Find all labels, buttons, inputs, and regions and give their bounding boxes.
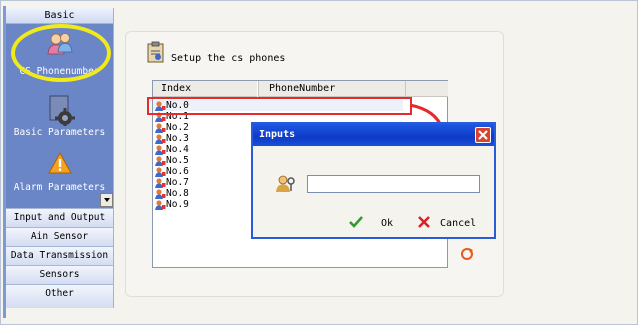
- sidebar-item-sensors[interactable]: Sensors: [6, 265, 113, 284]
- sidebar-item-data-transmission[interactable]: Data Transmission: [6, 246, 113, 265]
- user-phone-icon: [155, 123, 166, 133]
- inputs-dialog: Inputs Ok Cancel: [251, 122, 496, 239]
- user-phone-icon: [155, 145, 166, 155]
- highlight-ring-annotation: [11, 24, 111, 82]
- dialog-titlebar[interactable]: Inputs: [253, 124, 494, 146]
- user-phone-icon: [155, 178, 166, 188]
- user-phone-icon: [155, 200, 166, 210]
- cancel-x-icon: [418, 216, 430, 228]
- sidebar-item-input-output[interactable]: Input and Output: [6, 208, 113, 227]
- clipboard-icon: [147, 41, 164, 63]
- warning-icon[interactable]: [48, 152, 72, 174]
- cancel-button[interactable]: Cancel: [418, 216, 476, 232]
- close-icon: [478, 130, 488, 140]
- sidebar-scroll-down-button[interactable]: [100, 193, 113, 207]
- row-highlight-annotation: [147, 97, 412, 115]
- sidebar-item-ain-sensor[interactable]: Ain Sensor: [6, 227, 113, 246]
- column-header-index[interactable]: Index: [153, 81, 257, 97]
- checkmark-icon: [349, 216, 363, 228]
- sidebar-item-basic-parameters[interactable]: Basic Parameters: [6, 127, 113, 138]
- page-title: Setup the cs phones: [171, 53, 286, 64]
- dialog-title: Inputs: [259, 129, 296, 140]
- user-phone-icon: [155, 167, 166, 177]
- user-phone-icon: [155, 189, 166, 199]
- column-header-phonenumber[interactable]: PhoneNumber: [258, 81, 405, 97]
- dialog-text-input[interactable]: [307, 175, 480, 193]
- dialog-close-button[interactable]: [475, 127, 491, 143]
- column-header-empty: [405, 81, 448, 97]
- user-phone-icon: [155, 156, 166, 166]
- gear-icon[interactable]: [47, 94, 75, 126]
- key-user-icon: [276, 175, 295, 192]
- sidebar-item-other[interactable]: Other: [6, 284, 113, 308]
- user-phone-icon: [155, 134, 166, 144]
- sidebar-item-alarm-parameters[interactable]: Alarm Parameters: [6, 182, 113, 193]
- sidebar-header-basic[interactable]: Basic: [6, 8, 113, 24]
- refresh-icon[interactable]: [460, 247, 474, 261]
- ok-button[interactable]: Ok: [349, 216, 393, 232]
